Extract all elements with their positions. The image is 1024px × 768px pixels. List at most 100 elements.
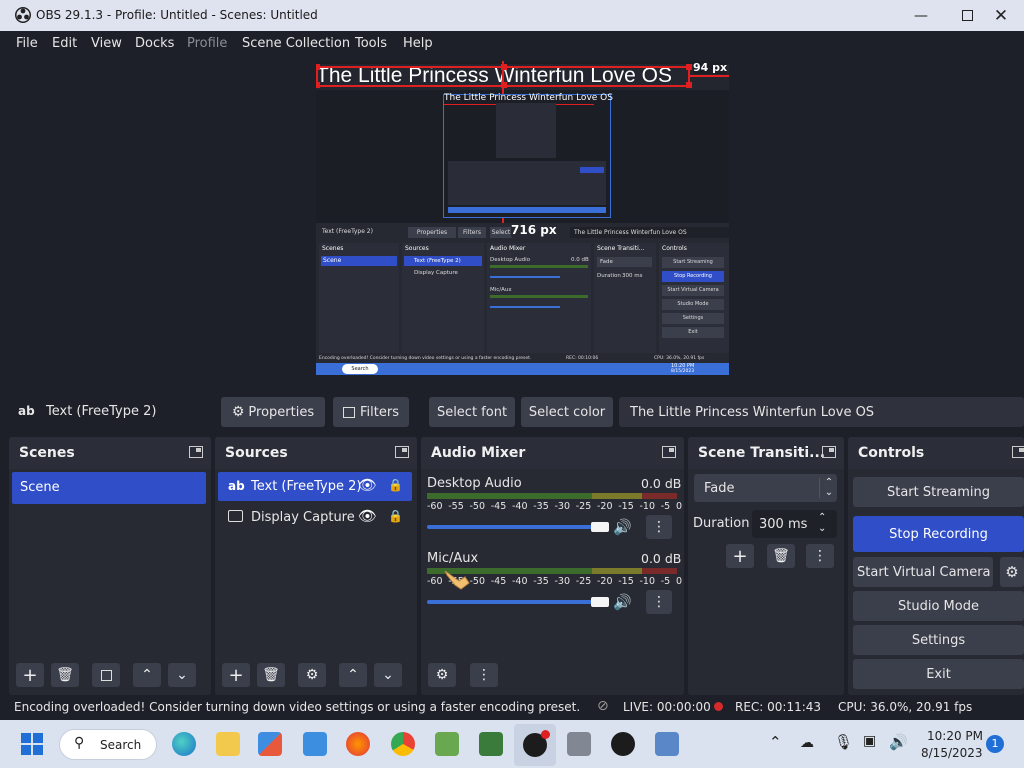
- transition-menu-button[interactable]: ⋮: [806, 544, 834, 568]
- properties-button[interactable]: ⚙ Properties: [221, 397, 325, 427]
- remove-transition-button[interactable]: 🗑: [767, 544, 795, 568]
- menu-view[interactable]: View: [91, 36, 122, 51]
- resize-handle[interactable]: [686, 82, 692, 88]
- move-source-down-button[interactable]: ⌄: [374, 663, 402, 687]
- eye-icon[interactable]: 👁: [358, 507, 377, 525]
- menu-edit[interactable]: Edit: [52, 36, 77, 51]
- move-scene-down-button[interactable]: ⌄: [168, 663, 196, 687]
- desktop-audio-volume-slider[interactable]: [427, 525, 599, 529]
- maximize-icon: [961, 10, 973, 21]
- onedrive-icon[interactable]: ☁: [800, 735, 814, 751]
- source-properties-button[interactable]: ⚙: [298, 663, 326, 687]
- nested-db: 0.0 dB: [571, 257, 589, 263]
- minimize-icon: —: [914, 7, 928, 24]
- close-button[interactable]: ✕: [978, 0, 1024, 31]
- select-font-button[interactable]: Select font: [429, 397, 515, 427]
- mail-icon[interactable]: [303, 732, 327, 756]
- audio-mixer-menu-button[interactable]: ⋮: [470, 663, 498, 687]
- file-explorer-icon[interactable]: [216, 732, 240, 756]
- app-icon[interactable]: [479, 732, 503, 756]
- store-icon[interactable]: [258, 732, 282, 756]
- menu-docks[interactable]: Docks: [135, 36, 174, 51]
- add-source-button[interactable]: +: [222, 663, 250, 687]
- virtual-camera-settings-button[interactable]: ⚙: [1000, 557, 1024, 587]
- move-source-up-button[interactable]: ⌃: [339, 663, 367, 687]
- start-streaming-button[interactable]: Start Streaming: [853, 477, 1024, 507]
- menu-tools[interactable]: Tools: [355, 36, 387, 51]
- menu-file[interactable]: File: [16, 36, 38, 51]
- exit-button[interactable]: Exit: [853, 659, 1024, 689]
- slider-handle[interactable]: [591, 597, 609, 607]
- photos-icon[interactable]: [655, 732, 679, 756]
- start-virtual-camera-button[interactable]: Start Virtual Camera: [853, 557, 993, 587]
- menu-scene-collection[interactable]: Scene Collection: [242, 36, 350, 51]
- menu-help[interactable]: Help: [403, 36, 433, 51]
- volume-icon[interactable]: 🔊: [889, 733, 908, 751]
- resize-handle[interactable]: [686, 64, 692, 70]
- settings-gear-icon[interactable]: [611, 732, 635, 756]
- nested-exit: Exit: [662, 327, 724, 338]
- advanced-audio-button[interactable]: ⚙: [428, 663, 456, 687]
- desktop-audio-menu-button[interactable]: ⋮: [646, 515, 672, 539]
- undock-icon[interactable]: [662, 446, 676, 458]
- undock-icon[interactable]: [1012, 446, 1024, 458]
- gear-icon: ⚙: [305, 667, 319, 683]
- speaker-icon[interactable]: 🔊: [613, 518, 632, 536]
- source-item[interactable]: ab Text (FreeType 2) 👁 🔒: [218, 472, 412, 501]
- speaker-icon[interactable]: 🔊: [613, 593, 632, 611]
- mic-aux-volume-slider[interactable]: [427, 600, 599, 604]
- chevron-up-icon[interactable]: ⌃: [769, 733, 782, 751]
- text-source-icon: ab: [18, 404, 35, 418]
- slider-handle[interactable]: [591, 522, 609, 532]
- transition-select[interactable]: Fade ⌃ ⌄: [694, 474, 837, 502]
- move-scene-up-button[interactable]: ⌃: [133, 663, 161, 687]
- notepad-icon[interactable]: [435, 732, 459, 756]
- resize-handle[interactable]: [316, 82, 320, 88]
- obs-logo-icon: [15, 7, 31, 23]
- remove-source-button[interactable]: 🗑: [257, 663, 285, 687]
- lock-icon[interactable]: 🔒: [388, 478, 403, 492]
- minimize-button[interactable]: —: [898, 0, 944, 31]
- preview-canvas[interactable]: The Little Princess Winterfun Love OS 94…: [316, 61, 729, 375]
- source-item[interactable]: Display Capture 👁 🔒: [218, 503, 412, 532]
- studio-mode-button[interactable]: Studio Mode: [853, 591, 1024, 621]
- resize-handle[interactable]: [316, 64, 320, 70]
- spin-arrows-icon[interactable]: ⌃ ⌄: [818, 512, 826, 534]
- chevron-up-icon: ⌃: [141, 667, 153, 683]
- clock-date[interactable]: 8/15/2023: [921, 746, 983, 760]
- undock-icon[interactable]: [822, 446, 836, 458]
- remove-scene-button[interactable]: 🗑: [51, 663, 79, 687]
- lock-icon[interactable]: 🔒: [388, 509, 403, 523]
- trash-icon: 🗑: [262, 667, 280, 683]
- obs-taskbar-active[interactable]: [514, 724, 556, 766]
- filters-button[interactable]: Filters: [333, 397, 409, 427]
- taskbar-search[interactable]: ⚲ Search: [59, 729, 157, 760]
- scenes-dock: Scenes Scene + 🗑 ⌃ ⌄: [9, 437, 211, 695]
- undock-icon[interactable]: [395, 446, 409, 458]
- undock-icon[interactable]: [189, 446, 203, 458]
- stop-recording-button[interactable]: Stop Recording: [853, 516, 1024, 552]
- mic-aux-menu-button[interactable]: ⋮: [646, 590, 672, 614]
- menu-profile[interactable]: Profile: [187, 36, 227, 51]
- microphone-icon[interactable]: 🎙: [834, 733, 853, 751]
- firefox-icon[interactable]: [346, 732, 370, 756]
- network-icon[interactable]: ▣: [863, 733, 876, 749]
- eye-icon[interactable]: 👁: [358, 476, 377, 494]
- nested-scene-item: Scene: [321, 256, 397, 266]
- settings-button[interactable]: Settings: [853, 625, 1024, 655]
- edge-icon[interactable]: [172, 732, 196, 756]
- notification-badge[interactable]: 1: [986, 735, 1004, 753]
- scene-item[interactable]: Scene: [12, 472, 206, 504]
- duration-spinbox[interactable]: 300 ms ⌃ ⌄: [752, 510, 837, 538]
- clock-time[interactable]: 10:20 PM: [927, 729, 983, 743]
- add-transition-button[interactable]: +: [726, 544, 754, 568]
- plus-icon: +: [732, 545, 748, 567]
- add-scene-button[interactable]: +: [16, 663, 44, 687]
- chrome-icon[interactable]: [391, 732, 415, 756]
- scene-filters-button[interactable]: [92, 663, 120, 687]
- text-input[interactable]: The Little Princess Winterfun Love OS: [619, 397, 1024, 427]
- nested-select: Select: [490, 227, 512, 238]
- select-color-button[interactable]: Select color: [521, 397, 613, 427]
- obs-dark-icon[interactable]: [567, 732, 591, 756]
- windows-start-icon[interactable]: [21, 733, 43, 755]
